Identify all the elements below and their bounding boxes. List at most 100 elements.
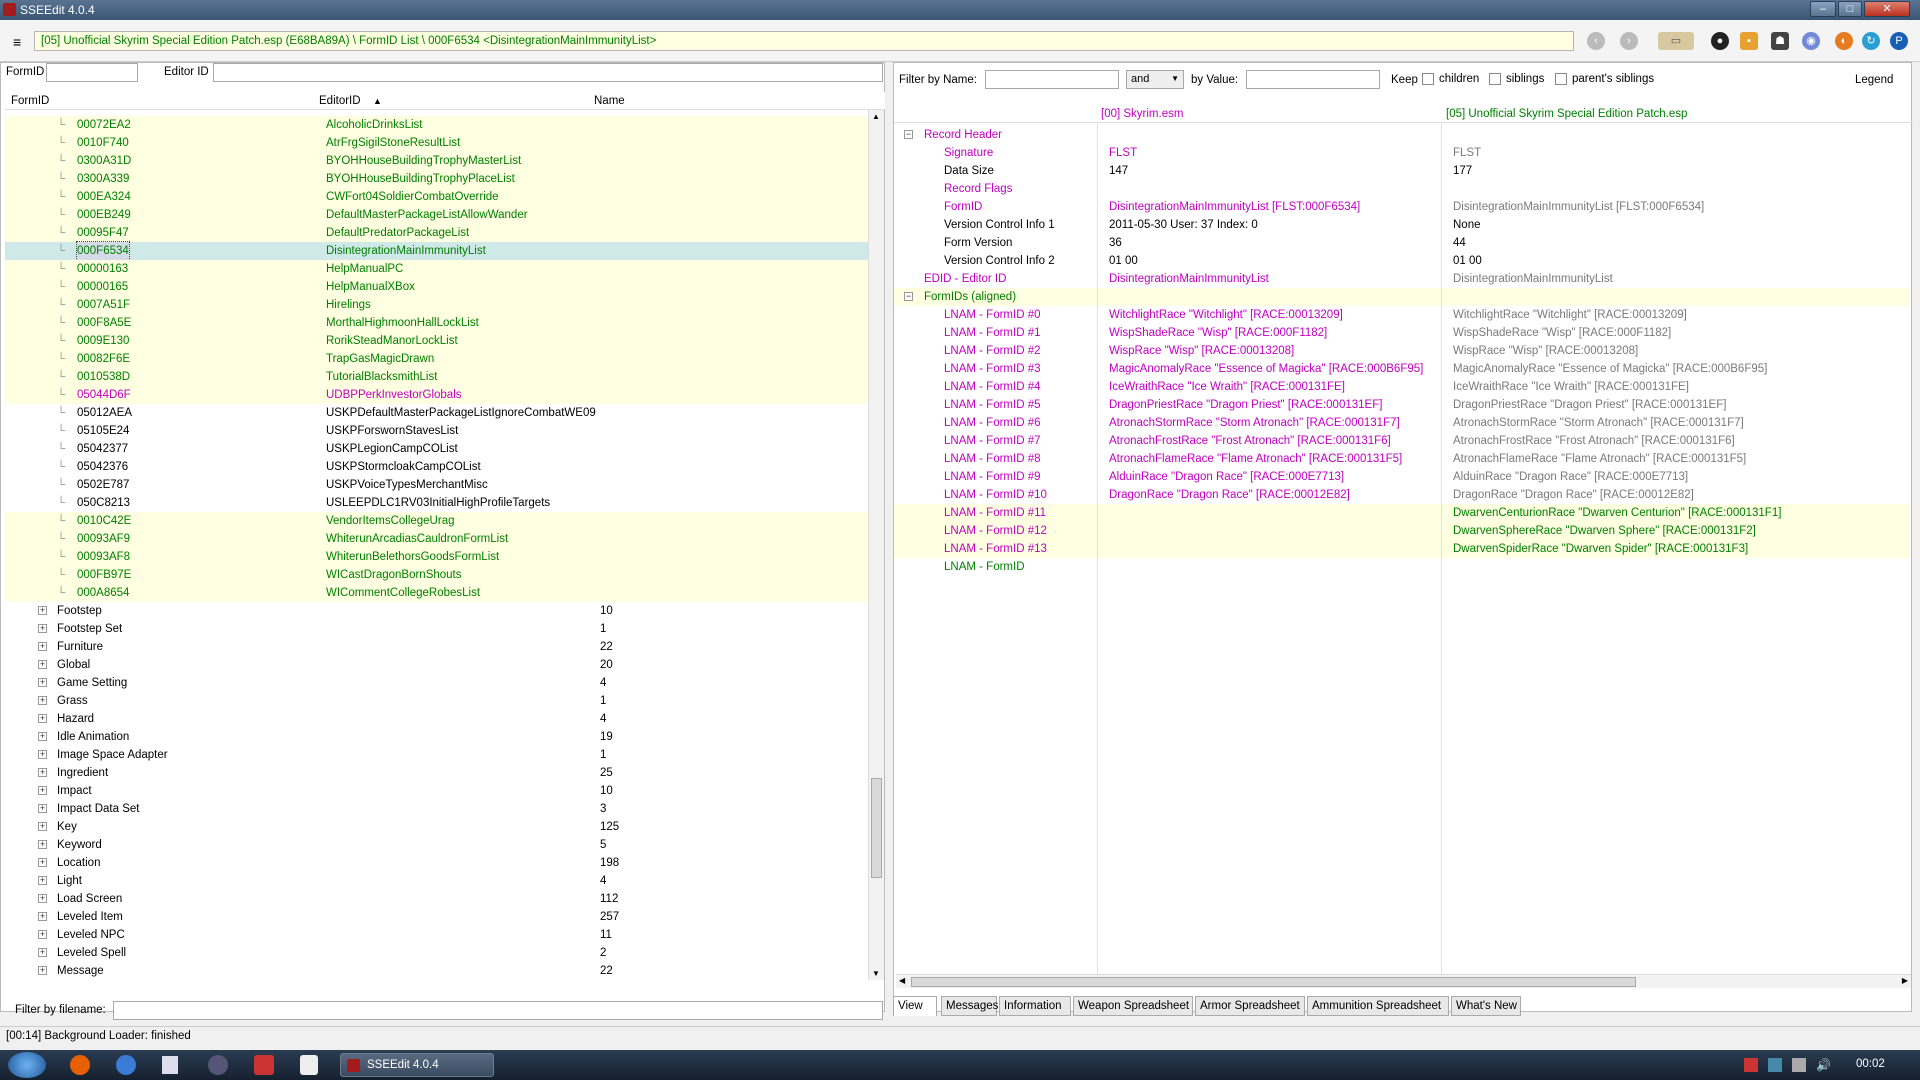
expand-icon[interactable]: + [38,804,47,813]
taskbar-task-sseedit[interactable]: SSEEdit 4.0.4 [340,1053,494,1077]
formid-list-row[interactable]: └ 00000163 HelpManualPC [5,260,871,278]
filter-name-input[interactable] [985,70,1119,89]
record-field-row[interactable]: Version Control Info 1 2011-05-30 User: 3… [894,216,1909,234]
app-icon-3[interactable] [300,1055,318,1075]
keep-siblings-checkbox[interactable] [1489,73,1501,85]
clock[interactable]: 00:02 [1856,1058,1885,1070]
group-row[interactable]: + Grass 1 [5,692,871,710]
col-header-name[interactable]: Name [594,95,625,107]
expand-icon[interactable]: + [38,858,47,867]
book-icon[interactable]: ▭ [1658,32,1694,50]
scroll-right-icon[interactable]: ▶ [1902,976,1908,985]
formid-list-row[interactable]: └ 000FB97E WICastDragonBornShouts [5,566,871,584]
expand-icon[interactable]: + [38,966,47,975]
expand-icon[interactable]: + [38,948,47,957]
formid-list-row[interactable]: └ 000EB249 DefaultMasterPackageListAllowWa… [5,206,871,224]
col-header-editorid[interactable]: EditorID [319,95,361,107]
group-row[interactable]: + Location 198 [5,854,871,872]
expand-icon[interactable]: + [38,840,47,849]
expand-icon[interactable]: + [38,750,47,759]
formid-list-row[interactable]: └ 05105E24 USKPForswornStavesList [5,422,871,440]
group-row[interactable]: + Ingredient 25 [5,764,871,782]
record-tree[interactable]: └ 00072EA2 AlcoholicDrinksList └ 0010F740 Atr… [5,110,871,980]
record-field-row[interactable]: LNAM - FormID [894,558,1909,576]
group-row[interactable]: + Leveled Spell 2 [5,944,871,962]
record-field-row[interactable]: Record Flags [894,180,1909,198]
record-field-row[interactable]: LNAM - FormID #2 WispRace "Wisp" [RACE:00… [894,342,1909,360]
formid-list-row[interactable]: └ 000F8A5E MorthalHighmoonHallLockList [5,314,871,332]
record-field-row[interactable]: LNAM - FormID #7 AtronachFrostRace "Frost… [894,432,1909,450]
patreon-icon[interactable]: ● [1711,32,1729,50]
expand-icon[interactable]: + [38,822,47,831]
formid-list-row[interactable]: └ 00072EA2 AlcoholicDrinksList [5,116,871,134]
group-row[interactable]: + Furniture 22 [5,638,871,656]
record-field-row[interactable]: LNAM - FormID #9 AlduinRace "Dragon Race"… [894,468,1909,486]
formid-list-row[interactable]: └ 0300A31D BYOHHouseBuildingTrophyMasterLi… [5,152,871,170]
refresh-icon[interactable]: ↻ [1862,32,1880,50]
volume-icon[interactable]: 🔊 [1816,1058,1831,1072]
group-row[interactable]: + Keyword 5 [5,836,871,854]
tab-weapon-spreadsheet[interactable]: Weapon Spreadsheet [1073,996,1193,1016]
formid-list-row[interactable]: └ 0010C42E VendorItemsCollegeUrag [5,512,871,530]
group-row[interactable]: + Leveled NPC 11 [5,926,871,944]
formid-list-row[interactable]: └ 00000165 HelpManualXBox [5,278,871,296]
group-row[interactable]: + Hazard 4 [5,710,871,728]
group-row[interactable]: + Message 22 [5,962,871,980]
col-master-header[interactable]: [00] Skyrim.esm [1101,108,1183,120]
tab-whats-new[interactable]: What's New [1451,996,1521,1016]
keep-children-checkbox[interactable] [1422,73,1434,85]
group-row[interactable]: + Footstep Set 1 [5,620,871,638]
h-scroll-thumb[interactable] [911,977,1636,987]
formid-list-row[interactable]: └ 00093AF8 WhiterunBelethorsGoodsFormList [5,548,871,566]
record-field-row[interactable]: Signature FLST FLST [894,144,1909,162]
formid-list-row[interactable]: └ 000A8654 WICommentCollegeRobesList [5,584,871,602]
back-icon[interactable]: ‹ [1587,32,1605,50]
formid-list-row[interactable]: └ 000F6534 DisintegrationMainImmunityList [5,241,871,261]
record-field-row[interactable]: LNAM - FormID #0 WitchlightRace "Witchlig… [894,306,1909,324]
formid-list-row[interactable]: └ 00095F47 DefaultPredatorPackageList [5,224,871,242]
folder-icon[interactable]: ▪ [1740,32,1758,50]
expand-icon[interactable]: + [38,894,47,903]
formid-list-row[interactable]: └ 0009E130 RorikSteadManorLockList [5,332,871,350]
expand-icon[interactable]: + [38,768,47,777]
tray-icon-1[interactable] [1744,1058,1758,1072]
record-field-row[interactable]: Data Size 147 177 [894,162,1909,180]
formid-list-row[interactable]: └ 0010F740 AtrFrgSigilStoneResultList [5,134,871,152]
browser-icon[interactable] [116,1055,136,1075]
expand-icon[interactable]: + [38,876,47,885]
record-field-row[interactable]: LNAM - FormID #4 IceWraithRace "Ice Wrait… [894,378,1909,396]
formid-list-row[interactable]: └ 000EA324 CWFort04SoldierCombatOverride [5,188,871,206]
group-row[interactable]: + Global 20 [5,656,871,674]
filter-value-input[interactable] [1246,70,1380,89]
formid-list-row[interactable]: └ 0300A339 BYOHHouseBuildingTrophyPlaceLis… [5,170,871,188]
minimize-button[interactable]: – [1810,1,1836,17]
firefox-icon[interactable] [70,1055,90,1075]
formid-list-row[interactable]: └ 050C8213 USLEEPDLC1RV03InitialHighProfil… [5,494,871,512]
group-row[interactable]: + Footstep 10 [5,602,871,620]
network-icon[interactable] [1792,1058,1806,1072]
group-row[interactable]: + Leveled Item 257 [5,908,871,926]
record-field-row[interactable]: LNAM - FormID #12 DwarvenSphereRace "Dwar… [894,522,1909,540]
group-row[interactable]: + Image Space Adapter 1 [5,746,871,764]
expand-icon[interactable]: + [38,912,47,921]
formid-list-row[interactable]: └ 00093AF9 WhiterunArcadiasCauldronFormLis… [5,530,871,548]
record-field-row[interactable]: − FormIDs (aligned) [894,288,1909,306]
tab-armor-spreadsheet[interactable]: Armor Spreadsheet [1195,996,1305,1016]
scroll-down-icon[interactable]: ▼ [872,969,880,978]
editorid-input[interactable] [213,63,883,82]
expand-icon[interactable]: + [38,624,47,633]
group-row[interactable]: + Game Setting 4 [5,674,871,692]
keep-parents-siblings-checkbox[interactable] [1555,73,1567,85]
formid-list-row[interactable]: └ 0010538D TutorialBlacksmithList [5,368,871,386]
paypal-icon[interactable]: P [1890,32,1908,50]
nexus-icon[interactable]: ☗ [1771,32,1789,50]
record-field-row[interactable]: LNAM - FormID #6 AtronachStormRace "Storm… [894,414,1909,432]
collapse-icon[interactable]: − [904,292,913,301]
app-icon-2[interactable] [254,1055,274,1075]
expand-icon[interactable]: + [38,696,47,705]
notepad-icon[interactable] [162,1056,178,1074]
expand-icon[interactable]: + [38,660,47,669]
record-field-row[interactable]: LNAM - FormID #10 DragonRace "Dragon Race… [894,486,1909,504]
tab-messages[interactable]: Messages [941,996,998,1016]
expand-icon[interactable]: + [38,606,47,615]
